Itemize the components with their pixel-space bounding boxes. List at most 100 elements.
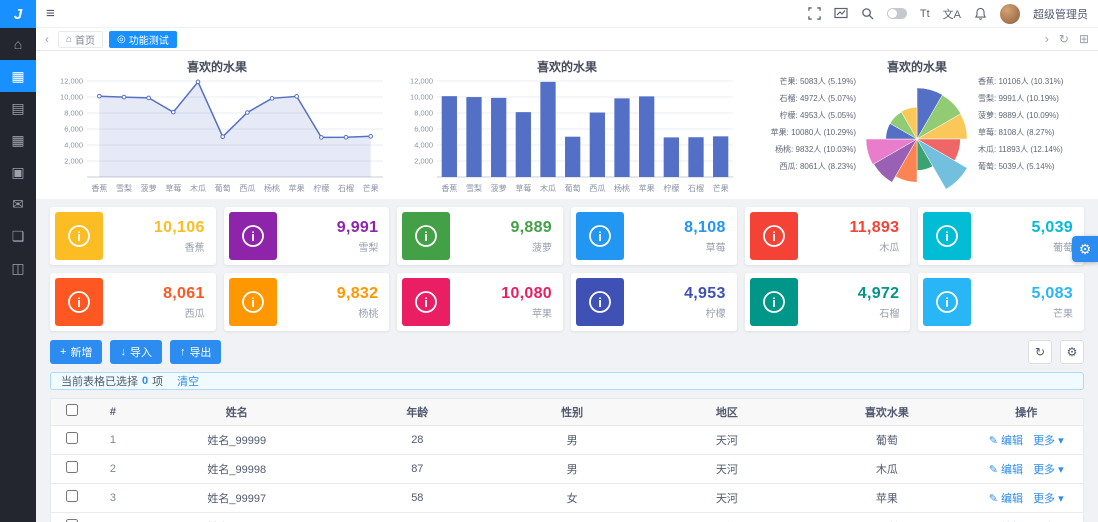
- sidebar-item-mail[interactable]: ✉: [0, 188, 36, 220]
- stat-card-meta: 4,972 石榴: [798, 285, 906, 320]
- fullscreen-icon[interactable]: [808, 7, 821, 20]
- edit-button[interactable]: ✎ 编辑: [989, 464, 1023, 476]
- sidebar-item-document[interactable]: ❏: [0, 220, 36, 252]
- apps-icon: ▦: [11, 131, 25, 148]
- sidebar-item-home[interactable]: ⌂: [0, 28, 36, 60]
- sidebar-item-menu-active[interactable]: ▦: [0, 60, 36, 92]
- row-checkbox-cell: [51, 512, 93, 522]
- edit-button[interactable]: ✎ 编辑: [989, 493, 1023, 505]
- app-logo[interactable]: J: [0, 0, 36, 28]
- row-checkbox[interactable]: [65, 490, 78, 502]
- table-cell: 姓名_99997: [133, 483, 340, 513]
- sidebar-item-device[interactable]: ▣: [0, 156, 36, 188]
- svg-text:芒果: 芒果: [713, 183, 729, 193]
- report-icon: ◫: [11, 259, 25, 276]
- table-cell: 天河: [649, 512, 805, 522]
- edit-button[interactable]: ✎ 编辑: [989, 435, 1023, 447]
- tab-refresh-icon[interactable]: ↻: [1056, 32, 1072, 46]
- table-row: 2 姓名_99998 87 男天河 木瓜 ✎ 编辑 更多 ▾: [51, 454, 1083, 484]
- add-button[interactable]: + 新增: [50, 340, 103, 364]
- search-icon[interactable]: [861, 7, 874, 20]
- table-cell: 4: [92, 512, 134, 522]
- more-button[interactable]: 更多 ▾: [1033, 464, 1064, 476]
- row-checkbox[interactable]: [65, 432, 78, 444]
- stat-card-木瓜: i 11,893 木瓜: [744, 207, 911, 265]
- column-header: 喜欢水果: [804, 399, 970, 426]
- column-header: 年龄: [339, 399, 495, 426]
- tab-function-test[interactable]: ◎ 功能测试: [109, 30, 177, 48]
- column-settings-icon[interactable]: ⚙: [1060, 340, 1084, 364]
- svg-text:草莓: 草莓: [165, 183, 181, 193]
- svg-text:菠萝: 菠萝: [141, 183, 157, 193]
- font-size-icon[interactable]: Tt: [920, 8, 930, 20]
- rose-slice-label: 芒果: 5083人 (5.19%): [779, 77, 856, 86]
- table-row: 4姓名_9999682男天河雪梨✎ 编辑更多 ▾: [51, 512, 1083, 522]
- row-checkbox[interactable]: [65, 461, 78, 473]
- stat-card-meta: 9,889 菠萝: [450, 219, 558, 254]
- svg-text:i: i: [772, 229, 776, 244]
- sidebar-item-report[interactable]: ◫: [0, 252, 36, 284]
- rose-slice-label: 西瓜: 8061人 (8.23%): [779, 162, 856, 171]
- theme-toggle[interactable]: [886, 8, 907, 19]
- tabs-scroll-right-icon[interactable]: ›: [1042, 32, 1052, 46]
- tabs-scroll-left-icon[interactable]: ‹: [42, 32, 52, 46]
- rose-slice-label: 杨桃: 9832人 (10.03%): [775, 145, 856, 154]
- stat-card-label: 葡萄: [1053, 242, 1073, 254]
- translate-icon[interactable]: 文A: [943, 6, 961, 22]
- settings-gear-button[interactable]: ⚙: [1072, 236, 1098, 262]
- table-row: 1 姓名_99999 28 男天河 葡萄 ✎ 编辑 更多 ▾: [51, 425, 1083, 455]
- svg-text:i: i: [77, 229, 81, 244]
- table-cell: 1: [92, 425, 134, 455]
- user-name[interactable]: 超级管理员: [1033, 6, 1088, 22]
- svg-text:10,000: 10,000: [60, 93, 83, 102]
- export-button[interactable]: ↑ 导出: [169, 340, 222, 364]
- charts-row: 喜欢的水果 2,000 4,000 6,000 8,000 10,000 12,000 香蕉…: [36, 51, 1098, 199]
- sidebar-item-apps[interactable]: ▦: [0, 124, 36, 156]
- tabbar-controls: › ↻ ⊞: [1042, 32, 1092, 46]
- svg-text:石榴: 石榴: [688, 183, 704, 193]
- stat-card-label: 香蕉: [184, 242, 205, 254]
- home-icon: ⌂: [66, 33, 73, 45]
- stat-card-value: 9,889: [510, 218, 552, 236]
- rose-slice-label: 雪梨: 9991人 (10.19%): [978, 94, 1059, 103]
- refresh-table-icon[interactable]: ↻: [1028, 340, 1052, 364]
- clear-selection-link[interactable]: 清空: [177, 373, 199, 389]
- home-icon: ⌂: [13, 36, 23, 52]
- selection-suffix: 项: [152, 376, 164, 388]
- more-button[interactable]: 更多 ▾: [1033, 493, 1064, 505]
- svg-text:i: i: [946, 295, 950, 310]
- stat-card-柠檬: i 4,953 柠檬: [571, 273, 737, 331]
- row-checkbox-cell: [51, 483, 93, 513]
- data-table-container: # 姓名 年龄 性别 地区 喜欢水果 操作 1 姓名_99999 28 男天河 葡萄 ✎ 编辑 更多 ▾…: [50, 398, 1084, 522]
- stat-card-value: 9,832: [336, 284, 379, 302]
- column-header: 地区: [649, 399, 805, 426]
- export-icon: ↑: [179, 346, 186, 358]
- svg-text:10,000: 10,000: [410, 93, 433, 102]
- stat-card-meta: 9,832 杨桃: [277, 285, 385, 320]
- page-content: 喜欢的水果 2,000 4,000 6,000 8,000 10,000 12,000 香蕉…: [36, 51, 1098, 522]
- tab-layout-icon[interactable]: ⊞: [1076, 32, 1092, 46]
- tab-home[interactable]: ⌂ 首页: [58, 30, 104, 48]
- svg-text:柠檬: 柠檬: [663, 183, 679, 193]
- select-all-checkbox[interactable]: [65, 404, 78, 417]
- table-cell: 葡萄: [804, 425, 970, 455]
- more-button[interactable]: 更多 ▾: [1033, 435, 1064, 447]
- user-avatar[interactable]: [1000, 3, 1020, 24]
- info-icon: i: [923, 212, 972, 260]
- hamburger-icon[interactable]: ≡: [46, 5, 55, 22]
- rose-slice-label: 草莓: 8108人 (8.27%): [978, 128, 1055, 137]
- import-button[interactable]: ↓ 导入: [110, 340, 162, 364]
- table-cell: 28: [339, 425, 495, 455]
- svg-text:雪梨: 雪梨: [116, 183, 132, 193]
- svg-text:4,000: 4,000: [64, 141, 83, 150]
- svg-text:香蕉: 香蕉: [91, 183, 107, 193]
- bell-icon[interactable]: [974, 7, 987, 21]
- stat-card-value: 8,061: [163, 284, 205, 302]
- sidebar-item-book[interactable]: ▤: [0, 92, 36, 124]
- table-cell: 姓名_99998: [133, 454, 340, 484]
- rose-slice-label: 石榴: 4972人 (5.07%): [779, 94, 856, 103]
- stat-card-label: 苹果: [532, 308, 552, 320]
- stat-card-label: 石榴: [879, 308, 900, 320]
- svg-text:8,000: 8,000: [64, 109, 83, 118]
- chart-board-icon[interactable]: [834, 7, 848, 20]
